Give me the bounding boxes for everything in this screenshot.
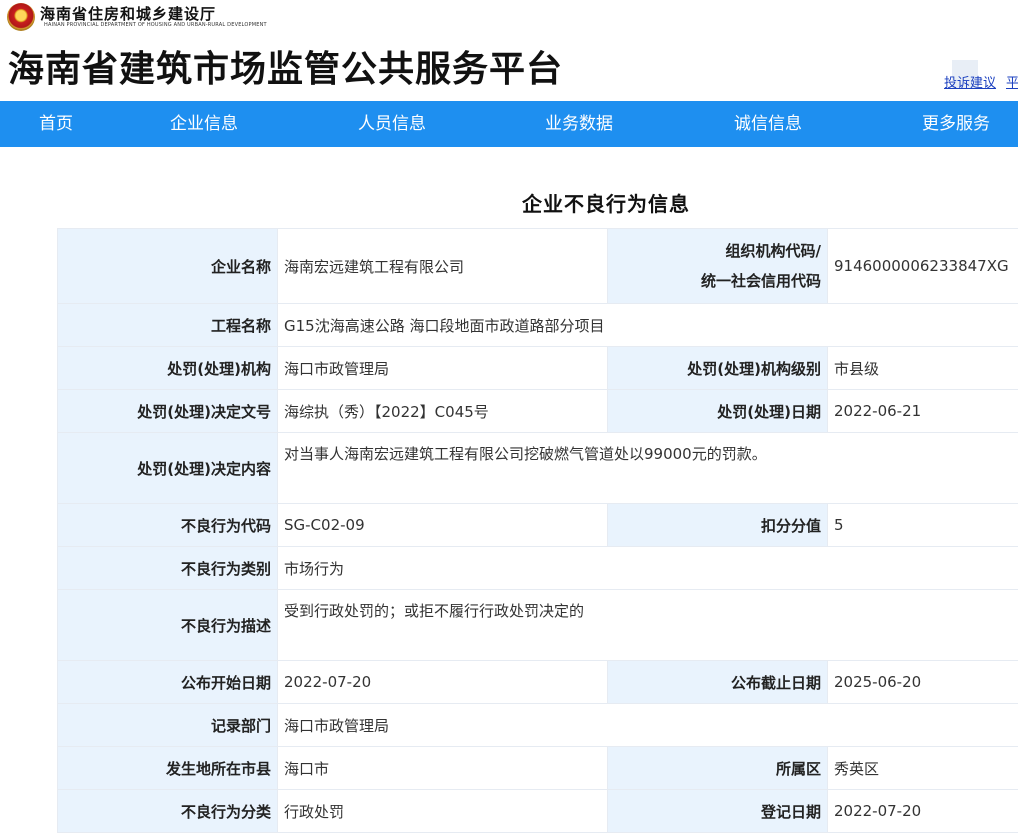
city-label: 发生地所在市县 <box>57 746 278 790</box>
penalty-date-value: 2022-06-21 <box>827 389 1018 433</box>
penalty-org-label: 处罚(处理)机构 <box>57 346 278 390</box>
decision-no-label: 处罚(处理)决定文号 <box>57 389 278 433</box>
publish-end-label: 公布截止日期 <box>607 660 828 704</box>
table-row: 公布开始日期 2022-07-20 公布截止日期 2025-06-20 <box>57 660 1018 704</box>
nav-business-data[interactable]: 业务数据 <box>545 101 613 147</box>
nav-personnel[interactable]: 人员信息 <box>358 101 426 147</box>
penalty-date-label: 处罚(处理)日期 <box>607 389 828 433</box>
site-header: 海南省住房和城乡建设厅 HAINAN PROVINCIAL DEPARTMENT… <box>0 0 1018 101</box>
table-row: 发生地所在市县 海口市 所属区 秀英区 <box>57 746 1018 790</box>
district-value: 秀英区 <box>827 746 1018 790</box>
org-code-value: 9146000006233847XG <box>827 228 1018 304</box>
site-title: 海南省建筑市场监管公共服务平台 <box>8 49 564 90</box>
nav-enterprise[interactable]: 企业信息 <box>170 101 238 147</box>
penalty-org-level-value: 市县级 <box>827 346 1018 390</box>
behavior-desc-value: 受到行政处罚的；或拒不履行行政处罚决定的 <box>277 589 1018 661</box>
penalty-org-value: 海口市政管理局 <box>277 346 608 390</box>
org-code-label: 组织机构代码/ 统一社会信用代码 <box>607 228 828 304</box>
table-row: 处罚(处理)决定内容 对当事人海南宏远建筑工程有限公司挖破燃气管道处以99000… <box>57 432 1018 504</box>
behavior-desc-label: 不良行为描述 <box>57 589 278 661</box>
project-value: G15沈海高速公路 海口段地面市政道路部分项目 <box>277 303 1018 347</box>
table-row: 不良行为代码 SG-C02-09 扣分分值 5 <box>57 503 1018 547</box>
register-date-label: 登记日期 <box>607 789 828 833</box>
nav-credit[interactable]: 诚信信息 <box>734 101 802 147</box>
decision-content-value: 对当事人海南宏远建筑工程有限公司挖破燃气管道处以99000元的罚款。 <box>277 432 1018 504</box>
publish-end-value: 2025-06-20 <box>827 660 1018 704</box>
nav-more-services[interactable]: 更多服务 <box>922 101 990 147</box>
table-row: 处罚(处理)机构 海口市政管理局 处罚(处理)机构级别 市县级 <box>57 346 1018 390</box>
company-name-label: 企业名称 <box>57 228 278 304</box>
main-nav: 首页 企业信息 人员信息 业务数据 诚信信息 更多服务 <box>0 101 1018 147</box>
complaint-link[interactable]: 投诉建议 <box>944 72 996 91</box>
nav-home[interactable]: 首页 <box>39 101 73 147</box>
record-details-table: 企业名称 海南宏远建筑工程有限公司 组织机构代码/ 统一社会信用代码 91460… <box>57 228 1018 833</box>
behavior-code-label: 不良行为代码 <box>57 503 278 547</box>
district-label: 所属区 <box>607 746 828 790</box>
table-row: 不良行为描述 受到行政处罚的；或拒不履行行政处罚决定的 <box>57 589 1018 661</box>
org-code-label-line2: 统一社会信用代码 <box>700 272 821 290</box>
org-code-label-line1: 组织机构代码/ <box>725 242 821 260</box>
record-dept-label: 记录部门 <box>57 703 278 747</box>
decision-no-value: 海综执（秀）【2022】C045号 <box>277 389 608 433</box>
publish-start-label: 公布开始日期 <box>57 660 278 704</box>
national-emblem-icon <box>7 3 35 31</box>
header-link-partial[interactable]: 平 <box>1006 72 1018 91</box>
behavior-category-value: 市场行为 <box>277 546 1018 590</box>
record-dept-value: 海口市政管理局 <box>277 703 1018 747</box>
project-label: 工程名称 <box>57 303 278 347</box>
company-name-value: 海南宏远建筑工程有限公司 <box>277 228 608 304</box>
table-row: 记录部门 海口市政管理局 <box>57 703 1018 747</box>
decision-content-label: 处罚(处理)决定内容 <box>57 432 278 504</box>
page-title: 企业不良行为信息 <box>522 192 690 216</box>
department-name-en: HAINAN PROVINCIAL DEPARTMENT OF HOUSING … <box>44 22 267 28</box>
penalty-org-level-label: 处罚(处理)机构级别 <box>607 346 828 390</box>
city-value: 海口市 <box>277 746 608 790</box>
register-date-value: 2022-07-20 <box>827 789 1018 833</box>
department-name: 海南省住房和城乡建设厅 <box>40 5 217 23</box>
classification-value: 行政处罚 <box>277 789 608 833</box>
table-row: 工程名称 G15沈海高速公路 海口段地面市政道路部分项目 <box>57 303 1018 347</box>
table-row: 处罚(处理)决定文号 海综执（秀）【2022】C045号 处罚(处理)日期 20… <box>57 389 1018 433</box>
behavior-category-label: 不良行为类别 <box>57 546 278 590</box>
deduction-label: 扣分分值 <box>607 503 828 547</box>
table-row: 企业名称 海南宏远建筑工程有限公司 组织机构代码/ 统一社会信用代码 91460… <box>57 228 1018 304</box>
table-row: 不良行为分类 行政处罚 登记日期 2022-07-20 <box>57 789 1018 833</box>
table-row: 不良行为类别 市场行为 <box>57 546 1018 590</box>
classification-label: 不良行为分类 <box>57 789 278 833</box>
behavior-code-value: SG-C02-09 <box>277 503 608 547</box>
deduction-value: 5 <box>827 503 1018 547</box>
publish-start-value: 2022-07-20 <box>277 660 608 704</box>
